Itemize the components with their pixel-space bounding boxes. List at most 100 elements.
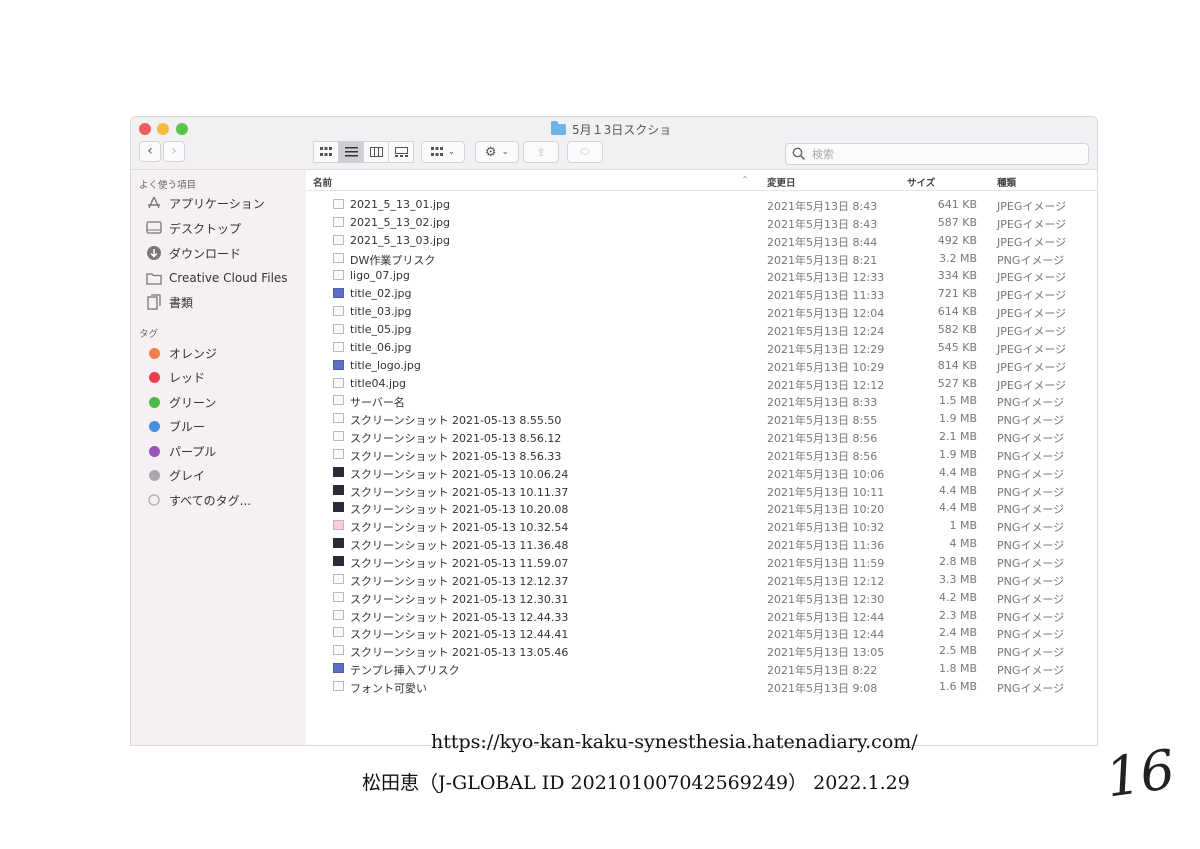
- sidebar-item-desktop[interactable]: デスクトップ: [146, 218, 241, 238]
- gallery-view-button[interactable]: [388, 141, 414, 163]
- file-thumbnail-icon: [333, 627, 344, 638]
- sidebar-tag-red[interactable]: レッド: [146, 367, 205, 387]
- file-name: スクリーンショット 2021-05-13 12.44.41: [350, 628, 569, 642]
- table-row[interactable]: スクリーンショット 2021-05-13 12.44.33 2021年5月13日 …: [307, 607, 1097, 625]
- search-field[interactable]: [785, 143, 1089, 165]
- footer-citation: 松田恵（J-GLOBAL ID 202101007042569249） 2022…: [362, 772, 910, 794]
- sidebar-tag-purple[interactable]: パープル: [146, 441, 216, 461]
- sidebar-item-documents[interactable]: 書類: [146, 292, 193, 312]
- column-header-modified[interactable]: 変更日: [767, 175, 796, 189]
- table-row[interactable]: title_06.jpg 2021年5月13日 12:29 545 KB JPEGイメ…: [307, 339, 1097, 357]
- file-thumbnail-icon: [333, 323, 344, 334]
- file-modified-date: 2021年5月13日 11:33: [767, 289, 885, 303]
- share-button[interactable]: ⇪: [523, 141, 559, 163]
- file-modified-date: 2021年5月13日 8:56: [767, 449, 878, 463]
- all-tags-icon: [146, 492, 162, 508]
- table-row[interactable]: スクリーンショット 2021-05-13 11.59.07 2021年5月13日 …: [307, 553, 1097, 571]
- table-row[interactable]: テンプレ挿入プリスク 2021年5月13日 8:22 1.8 MB PNGイメージ: [307, 660, 1097, 678]
- column-view-button[interactable]: [363, 141, 388, 163]
- file-kind: JPEGイメージ: [997, 360, 1067, 374]
- applications-icon: [146, 195, 162, 211]
- table-row[interactable]: ligo_07.jpg 2021年5月13日 12:33 334 KB JPEGイメー…: [307, 267, 1097, 285]
- file-thumbnail-icon: [333, 413, 344, 424]
- file-size: 641 KB: [937, 198, 977, 211]
- table-row[interactable]: title_03.jpg 2021年5月13日 12:04 614 KB JPEGイメ…: [307, 303, 1097, 321]
- back-button[interactable]: ‹: [139, 141, 161, 162]
- gallery-icon: [394, 147, 408, 157]
- table-row[interactable]: 2021_5_13_03.jpg 2021年5月13日 8:44 492 KB JPE…: [307, 232, 1097, 250]
- table-row[interactable]: フォント可愛い 2021年5月13日 9:08 1.6 MB PNGイメージ: [307, 678, 1097, 696]
- file-modified-date: 2021年5月13日 8:43: [767, 217, 878, 231]
- table-row[interactable]: スクリーンショット 2021-05-13 8.55.50 2021年5月13日 8…: [307, 410, 1097, 428]
- table-row[interactable]: title04.jpg 2021年5月13日 12:12 527 KB JPEGイメー…: [307, 375, 1097, 393]
- minimize-window-button[interactable]: [157, 123, 169, 135]
- table-row[interactable]: スクリーンショット 2021-05-13 11.36.48 2021年5月13日 …: [307, 535, 1097, 553]
- file-name: スクリーンショット 2021-05-13 8.56.33: [350, 449, 562, 463]
- table-row[interactable]: title_logo.jpg 2021年5月13日 10:29 814 KB JPEG…: [307, 357, 1097, 375]
- file-thumbnail-icon: [333, 591, 344, 602]
- table-row[interactable]: 2021_5_13_02.jpg 2021年5月13日 8:43 587 KB JPE…: [307, 214, 1097, 232]
- action-menu-button[interactable]: ⚙ ⌄: [475, 141, 519, 163]
- footer-url: https://kyo-kan-kaku-synesthesia.hatenad…: [431, 731, 918, 753]
- table-row[interactable]: DW作業プリスク 2021年5月13日 8:21 3.2 MB PNGイメージ: [307, 250, 1097, 268]
- table-row[interactable]: スクリーンショット 2021-05-13 10.11.37 2021年5月13日 …: [307, 482, 1097, 500]
- table-row[interactable]: スクリーンショット 2021-05-13 12.30.31 2021年5月13日 …: [307, 589, 1097, 607]
- table-row[interactable]: 2021_5_13_01.jpg 2021年5月13日 8:43 641 KB JPE…: [307, 196, 1097, 214]
- sidebar-item-applications[interactable]: アプリケーション: [146, 193, 265, 213]
- file-thumbnail-icon: [333, 234, 344, 245]
- file-name: title04.jpg: [350, 376, 407, 390]
- documents-icon: [146, 294, 162, 310]
- column-header-kind[interactable]: 種類: [997, 175, 1016, 189]
- icon-view-button[interactable]: [313, 141, 338, 163]
- file-size: 614 KB: [937, 305, 977, 319]
- sidebar-tag-blue[interactable]: ブルー: [146, 416, 205, 436]
- file-modified-date: 2021年5月13日 10:11: [767, 485, 885, 499]
- table-row[interactable]: title_05.jpg 2021年5月13日 12:24 582 KB JPEGイメ…: [307, 321, 1097, 339]
- zoom-window-button[interactable]: [176, 123, 188, 135]
- table-row[interactable]: スクリーンショット 2021-05-13 13.05.46 2021年5月13日 …: [307, 642, 1097, 660]
- gear-icon: ⚙: [484, 144, 497, 160]
- file-thumbnail-icon: [333, 520, 344, 531]
- file-thumbnail-icon: [333, 609, 344, 620]
- table-row[interactable]: サーバー名 2021年5月13日 8:33 1.5 MB PNGイメージ: [307, 392, 1097, 410]
- group-by-button[interactable]: ⌄: [421, 141, 465, 163]
- file-modified-date: 2021年5月13日 12:33: [767, 271, 885, 285]
- table-row[interactable]: スクリーンショット 2021-05-13 8.56.12 2021年5月13日 8…: [307, 428, 1097, 446]
- column-header-size[interactable]: サイズ: [907, 175, 935, 189]
- table-row[interactable]: スクリーンショット 2021-05-13 12.12.37 2021年5月13日 …: [307, 571, 1097, 589]
- tag-dot-icon: [146, 345, 162, 361]
- sidebar-item-creative-cloud-files[interactable]: Creative Cloud Files: [146, 268, 288, 288]
- tag-dot-icon: [146, 443, 162, 459]
- forward-button[interactable]: ›: [163, 141, 185, 162]
- list-view-button[interactable]: [338, 141, 363, 163]
- tag-dot-icon: [146, 467, 162, 483]
- file-name: テンプレ挿入プリスク: [350, 664, 460, 678]
- sidebar-tag-gray[interactable]: グレイ: [146, 465, 205, 485]
- tag-color-dot: [148, 347, 160, 359]
- file-name: フォント可愛い: [350, 681, 427, 695]
- sidebar-item-downloads[interactable]: ダウンロード: [146, 243, 241, 263]
- sidebar-tag-green[interactable]: グリーン: [146, 392, 216, 412]
- file-name: スクリーンショット 2021-05-13 8.56.12: [350, 432, 562, 446]
- table-row[interactable]: スクリーンショット 2021-05-13 10.20.08 2021年5月13日 …: [307, 499, 1097, 517]
- file-kind: PNGイメージ: [997, 592, 1065, 606]
- sidebar-all-tags[interactable]: すべてのタグ...: [146, 490, 251, 510]
- table-row[interactable]: title_02.jpg 2021年5月13日 11:33 721 KB JPEGイメ…: [307, 285, 1097, 303]
- file-thumbnail-icon: [333, 448, 344, 459]
- file-size: 1 MB: [949, 519, 977, 533]
- file-kind: JPEGイメージ: [997, 235, 1067, 249]
- table-row[interactable]: スクリーンショット 2021-05-13 10.06.24 2021年5月13日 …: [307, 464, 1097, 482]
- tag-color-dot: [148, 371, 160, 383]
- table-row[interactable]: スクリーンショット 2021-05-13 10.32.54 2021年5月13日 …: [307, 517, 1097, 535]
- search-input[interactable]: [810, 146, 1074, 162]
- sidebar-tag-label: パープル: [169, 444, 217, 459]
- table-row[interactable]: スクリーンショット 2021-05-13 8.56.33 2021年5月13日 8…: [307, 446, 1097, 464]
- sidebar-tag-orange[interactable]: オレンジ: [146, 343, 217, 363]
- file-list: 名前 ⌃ 変更日 サイズ 種類 2021_5_13_01.jpg 2021年5月1…: [307, 170, 1097, 745]
- file-size: 3.2 MB: [938, 251, 977, 265]
- close-window-button[interactable]: [139, 123, 151, 135]
- sidebar-item-label: アプリケーション: [169, 196, 265, 211]
- table-row[interactable]: スクリーンショット 2021-05-13 12.44.41 2021年5月13日 …: [307, 624, 1097, 642]
- tag-button[interactable]: ⬭: [567, 141, 603, 163]
- column-header-name[interactable]: 名前: [313, 175, 332, 189]
